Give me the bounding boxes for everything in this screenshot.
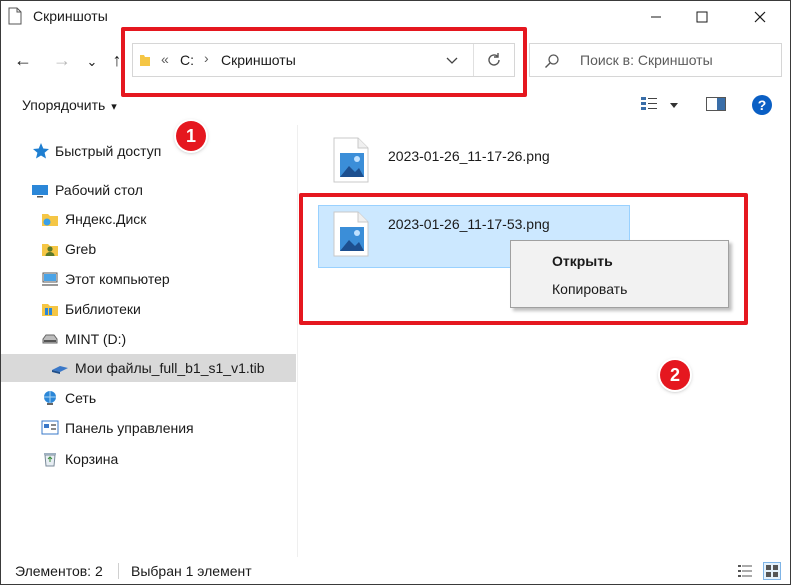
- change-view-button[interactable]: [640, 96, 658, 112]
- sidebar-item-label: Быстрый доступ: [55, 143, 162, 159]
- view-options-dropdown[interactable]: [669, 97, 679, 108]
- large-icons-view-button[interactable]: [763, 562, 781, 580]
- network-icon: [41, 389, 59, 407]
- sidebar-item-label: MINT (D:): [65, 331, 127, 347]
- file-name[interactable]: 2023-01-26_11-17-26.png: [388, 148, 550, 164]
- file-item-1[interactable]: [333, 137, 369, 183]
- control-panel-icon: [41, 419, 59, 437]
- sidebar-item-label: Этот компьютер: [65, 271, 170, 287]
- computer-icon: [41, 270, 59, 288]
- sidebar-item-greb[interactable]: Greb: [1, 235, 296, 263]
- details-view-button[interactable]: [737, 563, 753, 579]
- annotation-box-2: [299, 193, 748, 325]
- sidebar-item-tib-file[interactable]: Мои файлы_full_b1_s1_v1.tib: [1, 354, 296, 382]
- minimize-icon: [651, 16, 661, 18]
- annotation-badge-1: 1: [176, 121, 206, 151]
- user-folder-icon: [41, 240, 59, 258]
- organize-button[interactable]: Упорядочить ▾: [22, 97, 117, 113]
- window-title: Скриншоты: [33, 8, 108, 24]
- annotation-box-1: [121, 27, 527, 97]
- star-icon: [32, 142, 50, 160]
- search-input[interactable]: Поиск в: Скриншоты: [529, 43, 782, 77]
- status-divider: [118, 563, 119, 579]
- sidebar-item-label: Яндекс.Диск: [65, 211, 147, 227]
- sidebar-item-yandex-disk[interactable]: Яндекс.Диск: [1, 205, 296, 233]
- sidebar-item-mint-drive[interactable]: MINT (D:): [1, 325, 296, 353]
- sidebar-item-label: Панель управления: [65, 420, 194, 436]
- image-file-icon: [333, 137, 369, 183]
- close-button[interactable]: [737, 1, 783, 33]
- chevron-down-icon: ⌄: [86, 54, 98, 69]
- sidebar-item-desktop[interactable]: Рабочий стол: [1, 176, 296, 204]
- sidebar-item-network[interactable]: Сеть: [1, 384, 296, 412]
- maximize-icon: [696, 11, 708, 23]
- forward-arrow-icon: →: [53, 49, 71, 70]
- caret-down-icon: [670, 103, 678, 108]
- sidebar-item-this-pc[interactable]: Этот компьютер: [1, 265, 296, 293]
- sidebar-item-libraries[interactable]: Библиотеки: [1, 295, 296, 323]
- status-selection: Выбран 1 элемент: [131, 563, 252, 579]
- sidebar-item-label: Корзина: [65, 451, 119, 467]
- help-icon: ?: [757, 97, 767, 113]
- view-details-icon: [641, 97, 657, 110]
- libraries-icon: [41, 300, 59, 318]
- recent-locations-button[interactable]: ⌄: [85, 49, 99, 75]
- status-item-count: Элементов: 2: [15, 563, 103, 579]
- document-icon: [8, 7, 22, 25]
- sidebar-item-label: Библиотеки: [65, 301, 141, 317]
- drive-icon: [41, 330, 59, 348]
- preview-pane-icon: [706, 97, 726, 111]
- organize-label: Упорядочить: [22, 97, 106, 113]
- maximize-button[interactable]: [679, 1, 725, 33]
- tib-file-icon: [51, 359, 69, 377]
- chevron-down-icon: ▾: [111, 101, 117, 113]
- recycle-bin-icon: [41, 450, 59, 468]
- help-button[interactable]: ?: [752, 95, 772, 115]
- sidebar-item-control-panel[interactable]: Панель управления: [1, 414, 296, 442]
- sidebar-item-label: Сеть: [65, 390, 97, 406]
- forward-button[interactable]: →: [50, 47, 74, 73]
- search-icon: [544, 53, 560, 69]
- minimize-button[interactable]: [633, 1, 679, 33]
- sidebar-item-label: Мои файлы_full_b1_s1_v1.tib: [75, 360, 265, 376]
- sidebar-item-recycle-bin[interactable]: Корзина: [1, 445, 296, 473]
- explorer-window: Скриншоты ← → ⌄ ↑ « C: › Скриншоты Поиск…: [0, 0, 791, 585]
- yandex-disk-icon: [41, 210, 59, 228]
- desktop-icon: [31, 181, 49, 199]
- sidebar-item-label: Рабочий стол: [55, 182, 143, 198]
- preview-pane-button[interactable]: [706, 97, 726, 111]
- sidebar-item-label: Greb: [65, 241, 97, 257]
- pane-divider[interactable]: [297, 125, 298, 557]
- sidebar-item-quick-access[interactable]: Быстрый доступ: [1, 137, 296, 165]
- details-view-icon: [738, 565, 752, 577]
- annotation-badge-2: 2: [660, 360, 690, 390]
- large-icons-view-icon: [766, 565, 778, 577]
- search-placeholder: Поиск в: Скриншоты: [580, 52, 713, 68]
- close-icon: [754, 11, 766, 23]
- back-button[interactable]: ←: [11, 47, 35, 73]
- back-arrow-icon: ←: [14, 49, 32, 70]
